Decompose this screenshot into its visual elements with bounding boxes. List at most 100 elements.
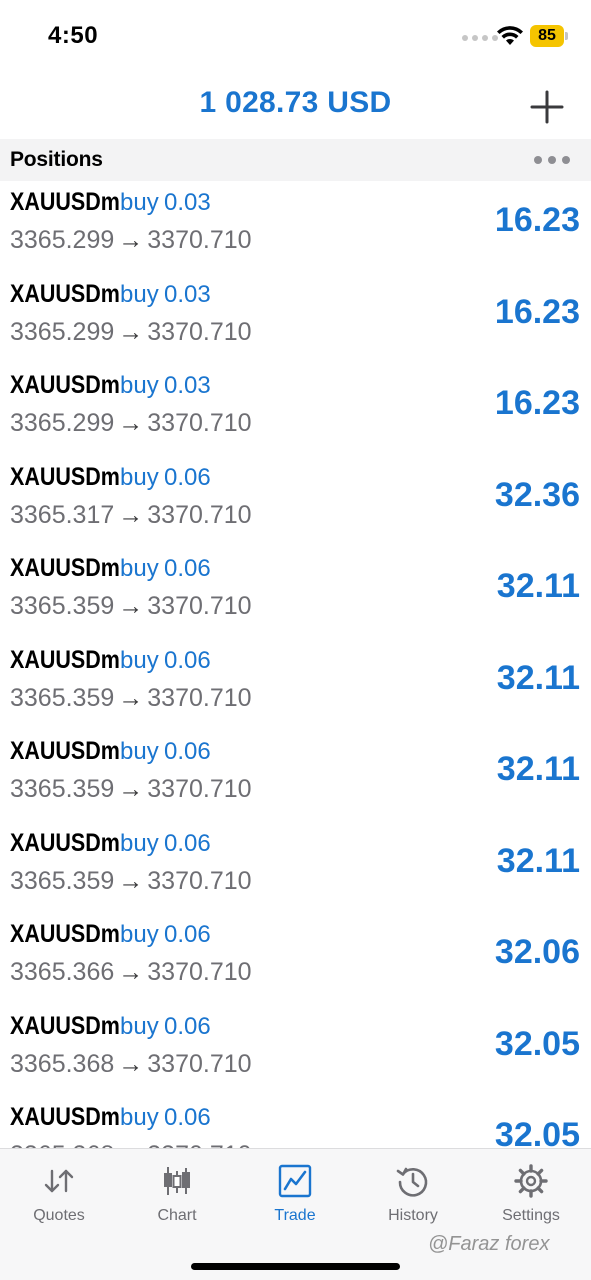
tab-label: Chart	[157, 1207, 197, 1224]
position-side: buy	[120, 1104, 159, 1131]
position-symbol: XAUUSDm	[10, 828, 120, 857]
position-profit: 32.05	[494, 1024, 580, 1063]
position-side: buy	[120, 1012, 159, 1040]
position-prices: 3365.359 → 3370.710	[10, 684, 252, 713]
position-prices: 3365.366 → 3370.710	[10, 958, 252, 987]
position-row[interactable]: XAUUSDmbuy0.06 3365.368→3370.710 32.05	[0, 1096, 591, 1148]
positions-section-header: Positions	[0, 139, 591, 181]
position-volume: 0.06	[164, 738, 211, 765]
position-row[interactable]: XAUUSDm buy 0.06 3365.366 → 3370.710 32.06	[0, 913, 591, 1005]
position-volume: 0.06	[164, 829, 211, 857]
position-symbol: XAUUSDm	[10, 188, 120, 216]
position-symbol: XAUUSDm	[10, 1103, 120, 1131]
position-symbol: XAUUSDm	[10, 554, 120, 582]
position-symbol: XAUUSDm	[10, 279, 120, 308]
position-side: buy	[120, 463, 159, 491]
position-side: buy	[120, 555, 159, 582]
position-profit: 32.36	[494, 475, 580, 514]
position-symbol: XAUUSDm	[10, 920, 120, 948]
position-row[interactable]: XAUUSDm buy 0.03 3365.299 → 3370.710 16.23	[0, 273, 591, 365]
battery-icon: 85	[530, 25, 570, 47]
tab-settings[interactable]: Settings	[472, 1149, 590, 1233]
history-clock-icon	[395, 1163, 431, 1199]
arrow-right-icon: →	[118, 592, 144, 620]
arrow-right-icon: →	[118, 226, 144, 254]
position-symbol: XAUUSDm	[10, 1011, 120, 1040]
arrow-right-icon: →	[118, 317, 144, 346]
position-prices: 3365.299 → 3370.710	[10, 318, 252, 347]
tab-label: Quotes	[33, 1207, 85, 1224]
position-row[interactable]: XAUUSDm buy 0.06 3365.359 → 3370.710 32.11	[0, 822, 591, 914]
position-side: buy	[120, 189, 159, 216]
position-profit: 32.11	[496, 567, 580, 605]
open-price: 3365.299	[10, 409, 115, 437]
ellipsis-icon[interactable]	[534, 151, 574, 169]
position-profit: 32.11	[496, 658, 580, 697]
position-side: buy	[120, 921, 159, 948]
position-volume: 0.03	[164, 189, 211, 216]
tab-quotes[interactable]: Quotes	[0, 1149, 118, 1233]
arrow-right-icon: →	[118, 683, 144, 712]
position-prices: 3365.359 → 3370.710	[10, 867, 252, 896]
arrow-right-icon: →	[118, 775, 144, 803]
tab-history[interactable]: History	[354, 1149, 472, 1233]
add-order-button[interactable]	[528, 88, 566, 126]
watermark: @Faraz forex	[428, 1233, 550, 1255]
position-volume: 0.06	[164, 646, 211, 674]
cellular-signal-icon	[462, 33, 498, 43]
position-prices: 3365.299 → 3370.710	[10, 226, 252, 255]
section-title: Positions	[10, 148, 103, 171]
position-volume: 0.06	[164, 463, 211, 491]
positions-list: XAUUSDm buy 0.03 3365.299 → 3370.710 16.23 XAUU…	[0, 181, 591, 1148]
position-side: buy	[120, 829, 159, 857]
position-row[interactable]: XAUUSDm buy 0.03 3365.299 → 3370.710 16.23	[0, 364, 591, 456]
battery-level: 85	[530, 25, 564, 47]
position-profit: 16.23	[494, 292, 580, 331]
trade-line-chart-icon	[277, 1163, 313, 1199]
position-row[interactable]: XAUUSDm buy 0.06 3365.359 → 3370.710 32.11	[0, 730, 591, 822]
tab-chart[interactable]: Chart	[118, 1149, 236, 1233]
current-price: 3370.710	[147, 1141, 251, 1148]
position-side: buy	[120, 646, 159, 674]
position-prices: 3365.299 → 3370.710	[10, 409, 252, 438]
quotes-arrows-icon	[41, 1163, 77, 1199]
position-volume: 0.03	[164, 280, 211, 308]
open-price: 3365.366	[10, 958, 115, 986]
position-volume: 0.06	[164, 921, 211, 948]
position-prices: 3365.359 → 3370.710	[10, 592, 252, 621]
status-time: 4:50	[48, 22, 99, 49]
position-prices: 3365.359 → 3370.710	[10, 775, 252, 804]
position-row[interactable]: XAUUSDm buy 0.03 3365.299 → 3370.710 16.23	[0, 181, 591, 273]
open-price: 3365.317	[10, 500, 115, 529]
position-volume: 0.06	[164, 555, 211, 582]
home-indicator[interactable]	[191, 1263, 400, 1270]
position-profit: 32.06	[494, 933, 580, 971]
current-price: 3370.710	[147, 500, 252, 529]
current-price: 3370.710	[147, 775, 252, 803]
position-volume: 0.03	[164, 372, 211, 399]
open-price: 3365.368	[10, 1141, 114, 1148]
position-row[interactable]: XAUUSDm buy 0.06 3365.359 → 3370.710 32.11	[0, 639, 591, 731]
position-row[interactable]: XAUUSDm buy 0.06 3365.317 → 3370.710 32.36	[0, 456, 591, 548]
position-side: buy	[120, 372, 159, 399]
current-price: 3370.710	[147, 226, 252, 254]
position-side: buy	[120, 280, 159, 308]
tab-trade[interactable]: Trade	[236, 1149, 354, 1233]
tab-label: History	[388, 1207, 438, 1224]
position-profit: 32.11	[496, 750, 580, 788]
tab-label: Trade	[274, 1207, 316, 1224]
position-symbol: XAUUSDm	[10, 371, 120, 399]
open-price: 3365.299	[10, 317, 115, 346]
open-price: 3365.359	[10, 683, 115, 712]
position-profit: 16.23	[494, 201, 580, 239]
position-row[interactable]: XAUUSDm buy 0.06 3365.359 → 3370.710 32.11	[0, 547, 591, 639]
current-price: 3370.710	[147, 317, 252, 346]
position-row[interactable]: XAUUSDmbuy0.06 3365.368→3370.710 32.05	[0, 1005, 591, 1097]
position-profit: 16.23	[494, 384, 580, 422]
position-symbol: XAUUSDm	[10, 462, 120, 491]
arrow-right-icon: →	[118, 866, 144, 895]
position-side: buy	[120, 738, 159, 765]
current-price: 3370.710	[147, 958, 252, 986]
gear-icon	[513, 1163, 549, 1199]
status-bar: 4:50 85	[0, 0, 591, 70]
